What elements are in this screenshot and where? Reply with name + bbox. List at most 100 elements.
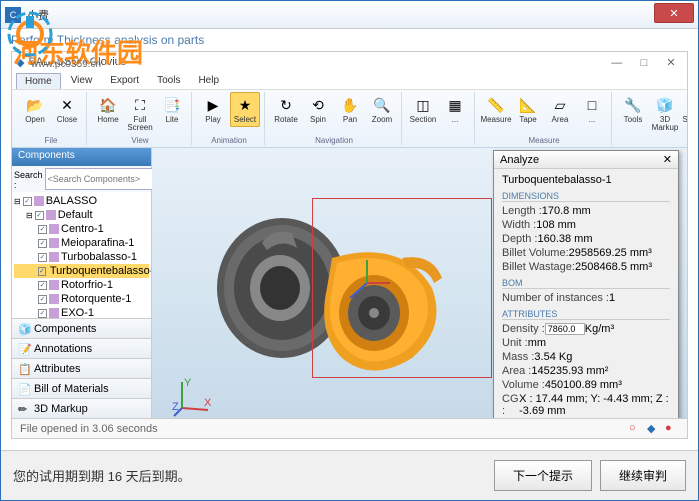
tree-item[interactable]: ✓ Centro-1 [14,222,149,236]
menu-tools[interactable]: Tools [149,73,188,88]
property-value: 2958569.25 mm³ [569,247,652,259]
analyze-close-icon[interactable]: ✕ [663,153,672,166]
ribbon-rotate-button[interactable]: ↻Rotate [271,92,301,127]
tree-item[interactable]: ✓Rotorquente-1 [14,292,149,306]
inner-close-button[interactable]: ✕ [659,56,683,69]
ribbon-3d-markup-button[interactable]: 🧊3D Markup [650,92,680,135]
components-icon: 🧊 [18,323,30,335]
checkbox[interactable]: ✓ [38,295,47,304]
tree-item[interactable]: ✓Meioparafina-1 [14,236,149,250]
viewport-3d[interactable]: X Y Z Analyze ✕ Turboquentebalasso-1 DIM… [152,148,687,438]
checkbox[interactable]: ✓ [38,225,47,234]
ribbon-tools-button[interactable]: 🔧Tools [618,92,648,127]
tree-label: Centro-1 [61,223,104,235]
checkbox[interactable]: ✓ [35,211,44,220]
analyze-body: Turboquentebalasso-1 DIMENSIONS Length :… [494,169,678,438]
ribbon-home-button[interactable]: 🏠Home [93,92,123,127]
tree-item[interactable]: ✓EXO-1 [14,306,149,318]
window: C 小费 ✕ 河东软件园 www.pc0359.cn Perform Thick… [0,0,699,501]
property-key: Billet Volume: [502,247,569,259]
checkbox[interactable]: ✓ [38,281,47,290]
ribbon-close-button[interactable]: ✕Close [52,92,82,127]
tree-label: Turboquentebalasso-1 [50,265,151,277]
property-row: Width : 108 mm [502,218,670,232]
checkbox[interactable]: ✓ [23,197,32,206]
tree-item[interactable]: ✓Rotorfrio-1 [14,278,149,292]
property-value: 160.38 mm [537,233,592,245]
expand-icon[interactable]: ⊟ [14,197,21,206]
search-label: Search : [14,168,43,190]
menu-export[interactable]: Export [102,73,147,88]
ribbon-play-button[interactable]: ▶Play [198,92,228,127]
ribbon-open-button[interactable]: 📂Open [20,92,50,127]
tree-item[interactable]: ⊟✓ BALASSO [14,194,149,208]
checkbox[interactable]: ✓ [38,253,47,262]
titlebar: C 小费 ✕ [1,1,698,29]
ribbon-label: Measure [480,116,511,124]
accordion-bill-of-materials[interactable]: 📄Bill of Materials [12,378,151,398]
settings-icon: ⚙ [687,95,688,115]
ribbon-area-button[interactable]: ▱Area [545,92,575,127]
section-icon: ◫ [413,95,433,115]
ribbon-spin-button[interactable]: ⟲Spin [303,92,333,127]
tree-label: BALASSO [46,195,97,207]
property-row: CG : X : 17.44 mm; Y: -4.43 mm; Z : -3.6… [502,392,670,418]
ribbon-group: ↻Rotate⟲Spin✋Pan🔍ZoomNavigation [267,92,402,145]
ribbon-zoom-button[interactable]: 🔍Zoom [367,92,397,127]
ribbon-settings-button[interactable]: ⚙Settings [682,92,688,127]
ribbon-section-button[interactable]: ◫Section [408,92,438,127]
tree-item[interactable]: ✓Turbobalasso-1 [14,250,149,264]
menu-view[interactable]: View [63,73,101,88]
menu-home[interactable]: Home [16,73,61,89]
next-tip-button[interactable]: 下一个提示 [494,460,592,491]
tree-item[interactable]: ✓ Turboquentebalasso-1 [14,264,149,278]
accordion-label: 3D Markup [34,403,88,415]
status-icon-3[interactable]: ● [665,422,679,436]
part-icon [49,308,59,318]
density-input[interactable] [545,323,585,335]
component-tree[interactable]: ⊟✓BALASSO⊟✓Default✓Centro-1✓Meioparafina… [12,192,151,318]
ribbon-full-screen-button[interactable]: ⛶Full Screen [125,92,155,135]
accordion-3d-markup[interactable]: ✏ 3D Markup [12,398,151,418]
ribbon-group: 📂Open✕CloseFile [16,92,87,145]
tree-item[interactable]: ⊟✓Default [14,208,149,222]
checkbox[interactable]: ✓ [38,267,46,276]
ribbon-pan-button[interactable]: ✋Pan [335,92,365,127]
rotate-icon: ↻ [276,95,296,115]
menu-help[interactable]: Help [190,73,227,88]
expand-icon[interactable]: ⊟ [26,211,33,220]
ribbon-label: Open [25,116,45,124]
checkbox[interactable]: ✓ [38,239,47,248]
ribbon-measure-button[interactable]: 📏Measure [481,92,511,127]
annotations-icon: 📝 [18,343,30,355]
ribbon-label: Rotate [274,116,298,124]
ribbon-lite-button[interactable]: 📑Lite [157,92,187,127]
continue-trial-button[interactable]: 继续审判 [600,460,686,491]
status-icon-1[interactable]: ○ [629,422,643,436]
checkbox[interactable]: ✓ [38,309,47,318]
property-value: 450100.89 mm³ [545,379,622,391]
origin-axes-icon [342,258,392,308]
menubar: HomeViewExportToolsHelp [12,72,687,90]
property-row: Billet Volume: 2958569.25 mm³ [502,246,670,260]
status-icon-2[interactable]: ◆ [647,422,661,436]
3d markup-icon: ✏ [18,403,30,415]
property-key: Number of instances : [502,292,609,304]
ribbon-tape-button[interactable]: 📐Tape [513,92,543,127]
ribbon-...-button[interactable]: ▦... [440,92,470,127]
accordion-annotations[interactable]: 📝 Annotations [12,338,151,358]
accordion-label: Annotations [34,343,92,355]
ribbon-label: Select [234,116,256,124]
search-input[interactable] [45,168,168,190]
svg-text:Y: Y [184,378,192,389]
property-row: Density : Kg/m³ [502,322,670,336]
ribbon-select-button[interactable]: ★Select [230,92,260,127]
property-key: Length : [502,205,542,217]
accordion-attributes[interactable]: 📋Attributes [12,358,151,378]
ribbon-...-button[interactable]: □... [577,92,607,127]
minimize-button[interactable]: — [605,57,629,69]
accordion-components[interactable]: 🧊Components [12,318,151,338]
ribbon-label: ... [452,116,459,124]
maximize-button[interactable]: □ [632,57,656,69]
close-button[interactable]: ✕ [654,3,694,23]
